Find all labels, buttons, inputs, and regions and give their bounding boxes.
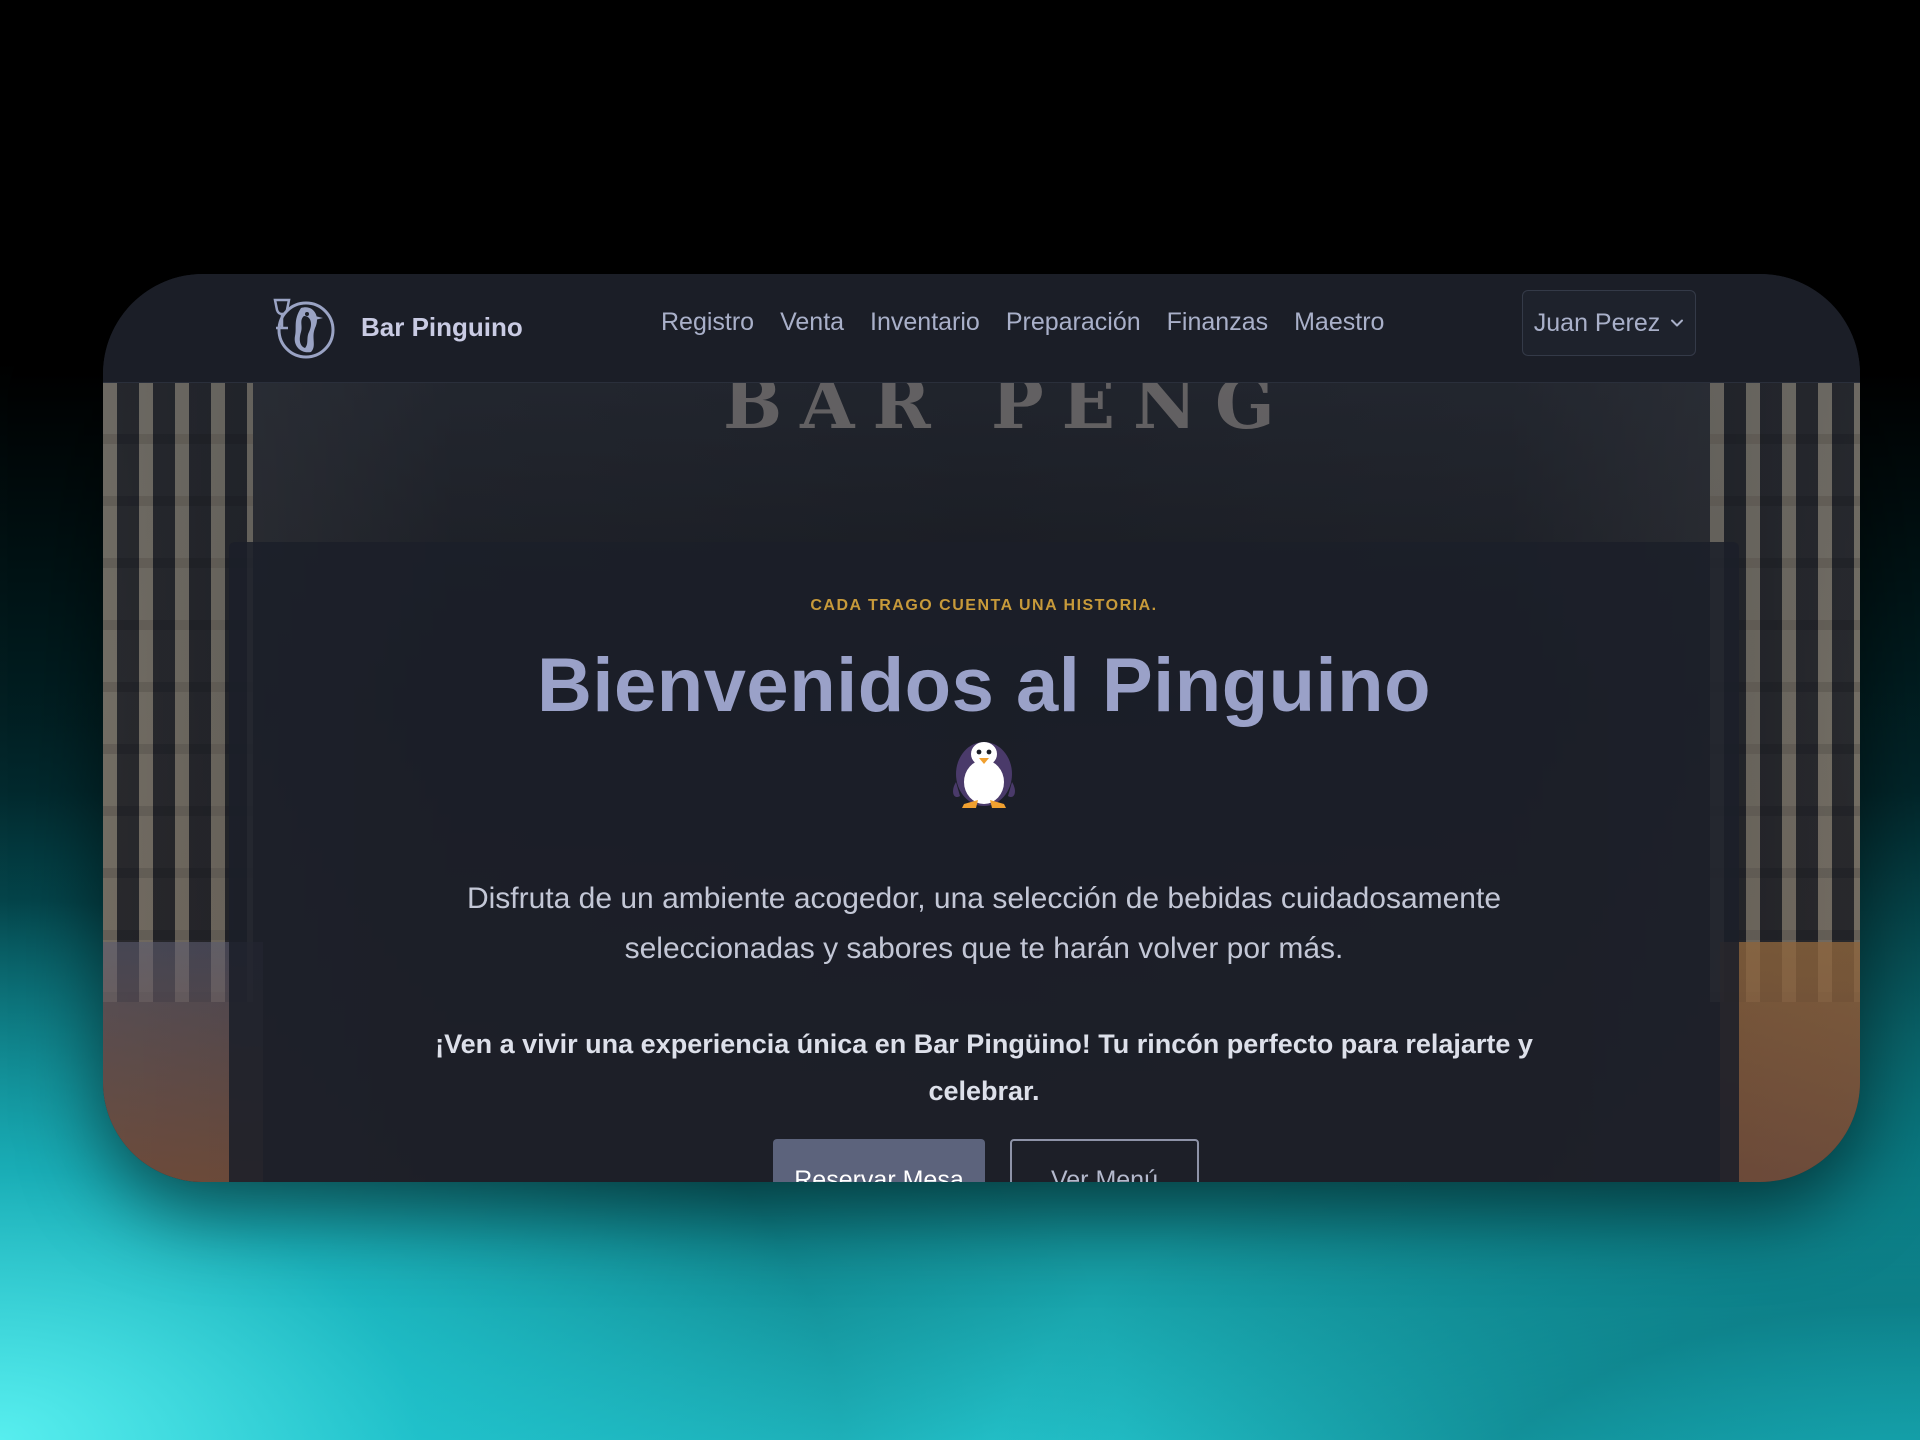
user-name: Juan Perez: [1533, 308, 1661, 337]
view-menu-button[interactable]: Ver Menú: [1010, 1139, 1199, 1182]
nav-link-registro[interactable]: Registro: [661, 308, 754, 337]
user-menu-button[interactable]: Juan Perez: [1522, 290, 1696, 356]
hero-background-image: BAR PENG Cada trago cuenta una historia.…: [103, 382, 1860, 1182]
nav-link-maestro[interactable]: Maestro: [1294, 308, 1384, 337]
hero-cta-text: ¡Ven a vivir una experiencia única en Ba…: [435, 1029, 1533, 1106]
hero-panel: Cada trago cuenta una historia. Bienveni…: [229, 542, 1739, 1182]
brand-name: Bar Pinguino: [361, 311, 523, 342]
street-right: [1720, 942, 1860, 1182]
nav-link-venta[interactable]: Venta: [780, 308, 844, 337]
hero-tagline: Cada trago cuenta una historia.: [810, 597, 1158, 614]
app-window: Bar Pinguino Registro Venta Inventario P…: [103, 274, 1860, 1182]
nav-link-inventario[interactable]: Inventario: [870, 308, 980, 337]
reserve-table-button[interactable]: Reservar Mesa: [773, 1139, 985, 1182]
penguin-icon: [953, 742, 1015, 808]
nav-links: Registro Venta Inventario Preparación Fi…: [661, 308, 1384, 337]
background-sign: BAR PENG: [723, 382, 1293, 445]
hero-title: Bienvenidos al Pinguino: [536, 643, 1432, 728]
nav-link-preparacion[interactable]: Preparación: [1006, 308, 1141, 337]
penguin-wine-logo-icon: [273, 298, 335, 359]
nav-link-finanzas[interactable]: Finanzas: [1167, 308, 1268, 337]
navbar: Bar Pinguino Registro Venta Inventario P…: [103, 274, 1860, 383]
chevron-down-icon: [1671, 319, 1684, 327]
hero-description: Disfruta de un ambiente acogedor, una se…: [466, 882, 1502, 965]
brand[interactable]: Bar Pinguino: [271, 292, 523, 362]
